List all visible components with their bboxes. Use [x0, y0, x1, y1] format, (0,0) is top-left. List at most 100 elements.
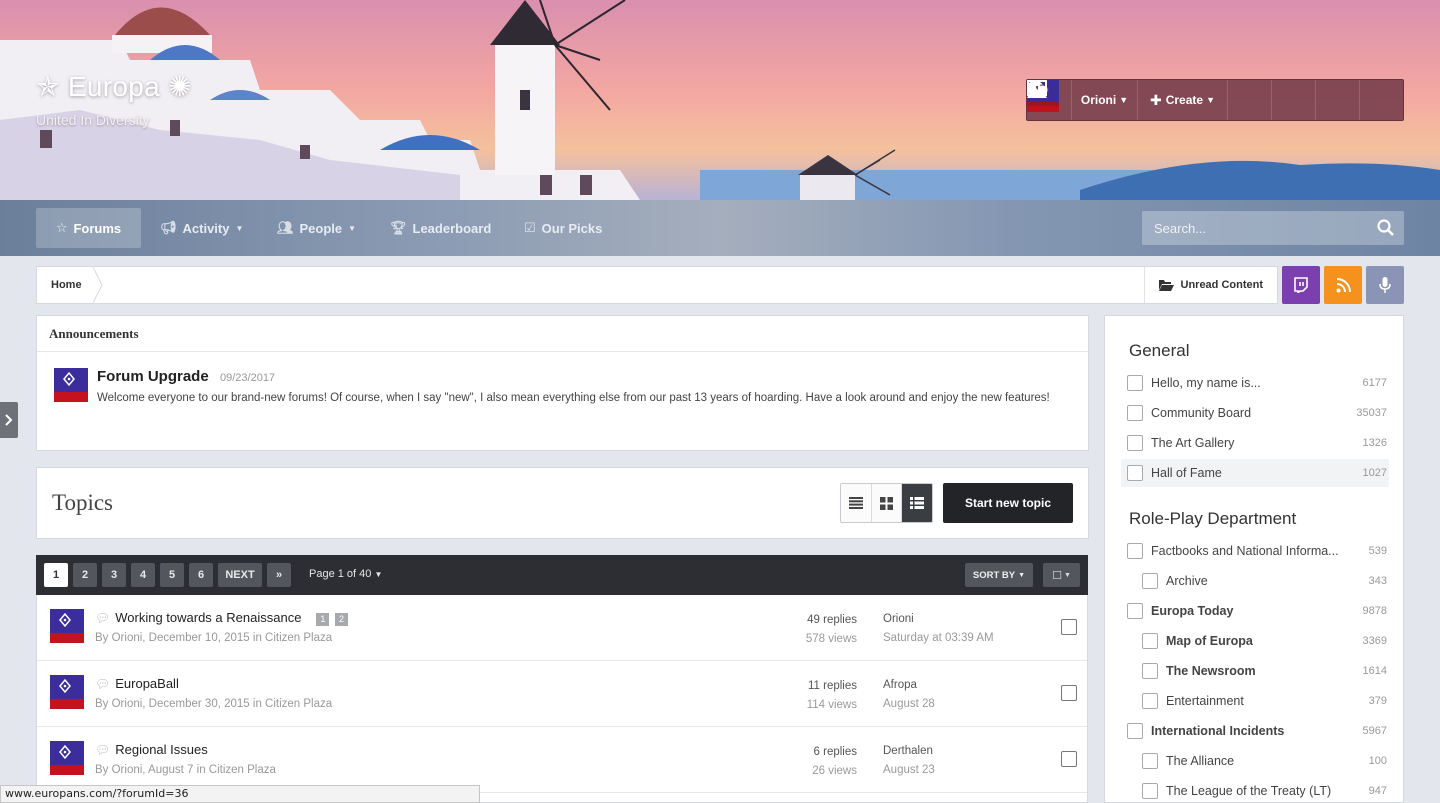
forum-filter-checkbox[interactable] — [1142, 693, 1158, 709]
view-detail-list-button[interactable] — [901, 484, 932, 522]
view-mode-switcher — [840, 483, 933, 523]
page-4-button[interactable]: 4 — [131, 563, 155, 587]
forum-filter-checkbox[interactable] — [1127, 543, 1143, 559]
star-icon: ☆ — [55, 220, 68, 235]
rss-button[interactable] — [1324, 266, 1362, 304]
breadcrumb-home[interactable]: Home — [37, 267, 96, 303]
announcement-author-avatar[interactable] — [54, 368, 88, 402]
last-page-button[interactable]: » — [267, 563, 291, 587]
browser-status-url: www.europans.com/?forumId=36 — [0, 785, 480, 803]
forum-filter-checkbox[interactable] — [1142, 783, 1158, 799]
sidebar-forum-item[interactable]: Factbooks and National Informa... 539 — [1121, 537, 1389, 565]
nav-our-picks[interactable]: ☑ Our Picks — [512, 208, 614, 248]
forum-filter-checkbox[interactable] — [1127, 603, 1143, 619]
forum-filter-checkbox[interactable] — [1142, 753, 1158, 769]
sidebar-forum-item[interactable]: The Newsroom 1614 — [1121, 657, 1389, 685]
checkbox-icon: ☐ — [1052, 569, 1062, 582]
start-new-topic-button[interactable]: Start new topic — [943, 483, 1073, 523]
topic-select-checkbox[interactable] — [1061, 751, 1077, 767]
next-page-button[interactable]: NEXT — [218, 563, 262, 587]
sidebar-forum-item[interactable]: The Art Gallery 1326 — [1121, 429, 1389, 457]
page-3-button[interactable]: 3 — [102, 563, 126, 587]
site-title[interactable]: ✯ Europa ✺ — [36, 70, 192, 103]
last-post-date[interactable]: Saturday at 03:39 AM — [883, 629, 994, 648]
multi-select-dropdown[interactable]: ☐ ▼ — [1043, 563, 1080, 587]
topics-header: Topics Start new topic — [36, 467, 1089, 539]
nav-leaderboard[interactable]: 🏆︎ Leaderboard — [378, 208, 503, 248]
unread-content-link[interactable]: Unread Content — [1143, 267, 1278, 303]
page-2-button[interactable]: 2 — [73, 563, 97, 587]
topic-page-link[interactable]: 2 — [335, 612, 349, 626]
nav-forums[interactable]: ☆ Forums — [36, 208, 141, 248]
last-poster[interactable]: Afropa — [883, 676, 935, 695]
sort-by-dropdown[interactable]: SORT BY ▼ — [965, 563, 1033, 587]
forum-filter-checkbox[interactable] — [1127, 405, 1143, 421]
page-1-button[interactable]: 1 — [44, 563, 68, 587]
sidebar-forum-item[interactable]: Entertainment 379 — [1121, 687, 1389, 715]
sidebar-forum-item[interactable]: Map of Europa 3369 — [1121, 627, 1389, 655]
create-menu[interactable]: ✚ Create ▼ — [1137, 80, 1227, 120]
nav-people[interactable]: 👥︎ People ▼ — [265, 208, 368, 248]
page-5-button[interactable]: 5 — [160, 563, 184, 587]
check-square-icon: ☑ — [524, 220, 536, 235]
last-poster[interactable]: Orioni — [883, 610, 994, 629]
search-input[interactable] — [1142, 220, 1362, 236]
forum-filter-checkbox[interactable] — [1142, 633, 1158, 649]
announcement-title[interactable]: Forum Upgrade — [97, 368, 209, 385]
forum-filter-checkbox[interactable] — [1142, 573, 1158, 589]
topic-stats: 11 replies 114 views — [807, 677, 857, 715]
messages-button[interactable] — [1027, 80, 1315, 120]
sidebar-forum-item[interactable]: International Incidents 5967 — [1121, 717, 1389, 745]
sidebar-forum-item[interactable]: Hello, my name is... 6177 — [1121, 369, 1389, 397]
topic-row: 💬︎ Regional Issues By Orioni, August 7 i… — [37, 727, 1087, 793]
last-post-date[interactable]: August 28 — [883, 695, 935, 714]
reply-count: 6 replies — [813, 746, 857, 758]
sidebar-forum-item[interactable]: Hall of Fame 1027 — [1121, 459, 1389, 487]
topic-select-checkbox[interactable] — [1061, 685, 1077, 701]
gallery-button[interactable] — [1027, 80, 1403, 120]
reply-count: 11 replies — [807, 680, 857, 692]
caret-down-icon: ▼ — [235, 223, 244, 233]
topic-meta: By Orioni, December 30, 2015 in Citizen … — [95, 698, 333, 710]
twitch-button[interactable] — [1282, 266, 1320, 304]
search-icon[interactable] — [1377, 219, 1394, 236]
last-post-date[interactable]: August 23 — [883, 761, 935, 780]
page-6-button[interactable]: 6 — [189, 563, 213, 587]
last-poster[interactable]: Derthalen — [883, 742, 935, 761]
list-view-icon — [848, 497, 863, 509]
sidebar-forum-item[interactable]: Archive 343 — [1121, 567, 1389, 595]
plus-icon: ✚ — [1149, 91, 1162, 108]
topic-author-avatar[interactable] — [50, 675, 84, 709]
view-grid-button[interactable] — [870, 484, 902, 522]
page-jump-dropdown[interactable]: Page 1 of 40 ▼ — [309, 568, 382, 580]
announcements-heading: Announcements — [37, 316, 1088, 352]
topic-page-link[interactable]: 1 — [316, 612, 330, 626]
chevron-right-icon — [5, 414, 13, 426]
sidebar-forum-item[interactable]: Community Board 35037 — [1121, 399, 1389, 427]
microphone-button[interactable] — [1366, 266, 1404, 304]
sidebar-forum-item[interactable]: Europa Today 9878 — [1121, 597, 1389, 625]
user-menu[interactable]: Orioni ▼ — [1071, 80, 1137, 120]
forum-filter-checkbox[interactable] — [1127, 435, 1143, 451]
forum-filter-checkbox[interactable] — [1127, 723, 1143, 739]
twitch-icon — [1294, 277, 1308, 293]
sidebar-expand-toggle[interactable] — [0, 402, 18, 438]
sidebar-forum-item[interactable]: The Alliance 100 — [1121, 747, 1389, 775]
forum-filter-checkbox[interactable] — [1127, 375, 1143, 391]
caret-down-icon: ▼ — [1018, 571, 1026, 579]
sidebar-forum-item[interactable]: The League of the Treaty (LT) 947 — [1121, 777, 1389, 802]
nav-activity[interactable]: 📢︎ Activity ▼ — [148, 208, 255, 248]
view-table-button[interactable] — [841, 484, 871, 522]
announcement-date: 09/23/2017 — [220, 372, 276, 384]
trophy-icon: 🏆︎ — [390, 220, 407, 235]
warnings-button[interactable] — [1027, 80, 1359, 120]
topic-select-checkbox[interactable] — [1061, 619, 1077, 635]
topic-author-avatar[interactable] — [50, 609, 84, 643]
globe-button[interactable] — [1028, 80, 1271, 120]
last-post-info: Afropa August 28 — [883, 676, 935, 714]
topic-author-avatar[interactable] — [50, 741, 84, 775]
forum-filter-checkbox[interactable] — [1127, 465, 1143, 481]
forum-filter-checkbox[interactable] — [1142, 663, 1158, 679]
pagination-bar: 1 2 3 4 5 6 NEXT » Page 1 of 40 ▼ SORT B… — [36, 555, 1088, 595]
megaphone-icon: 📢︎ — [160, 220, 177, 235]
